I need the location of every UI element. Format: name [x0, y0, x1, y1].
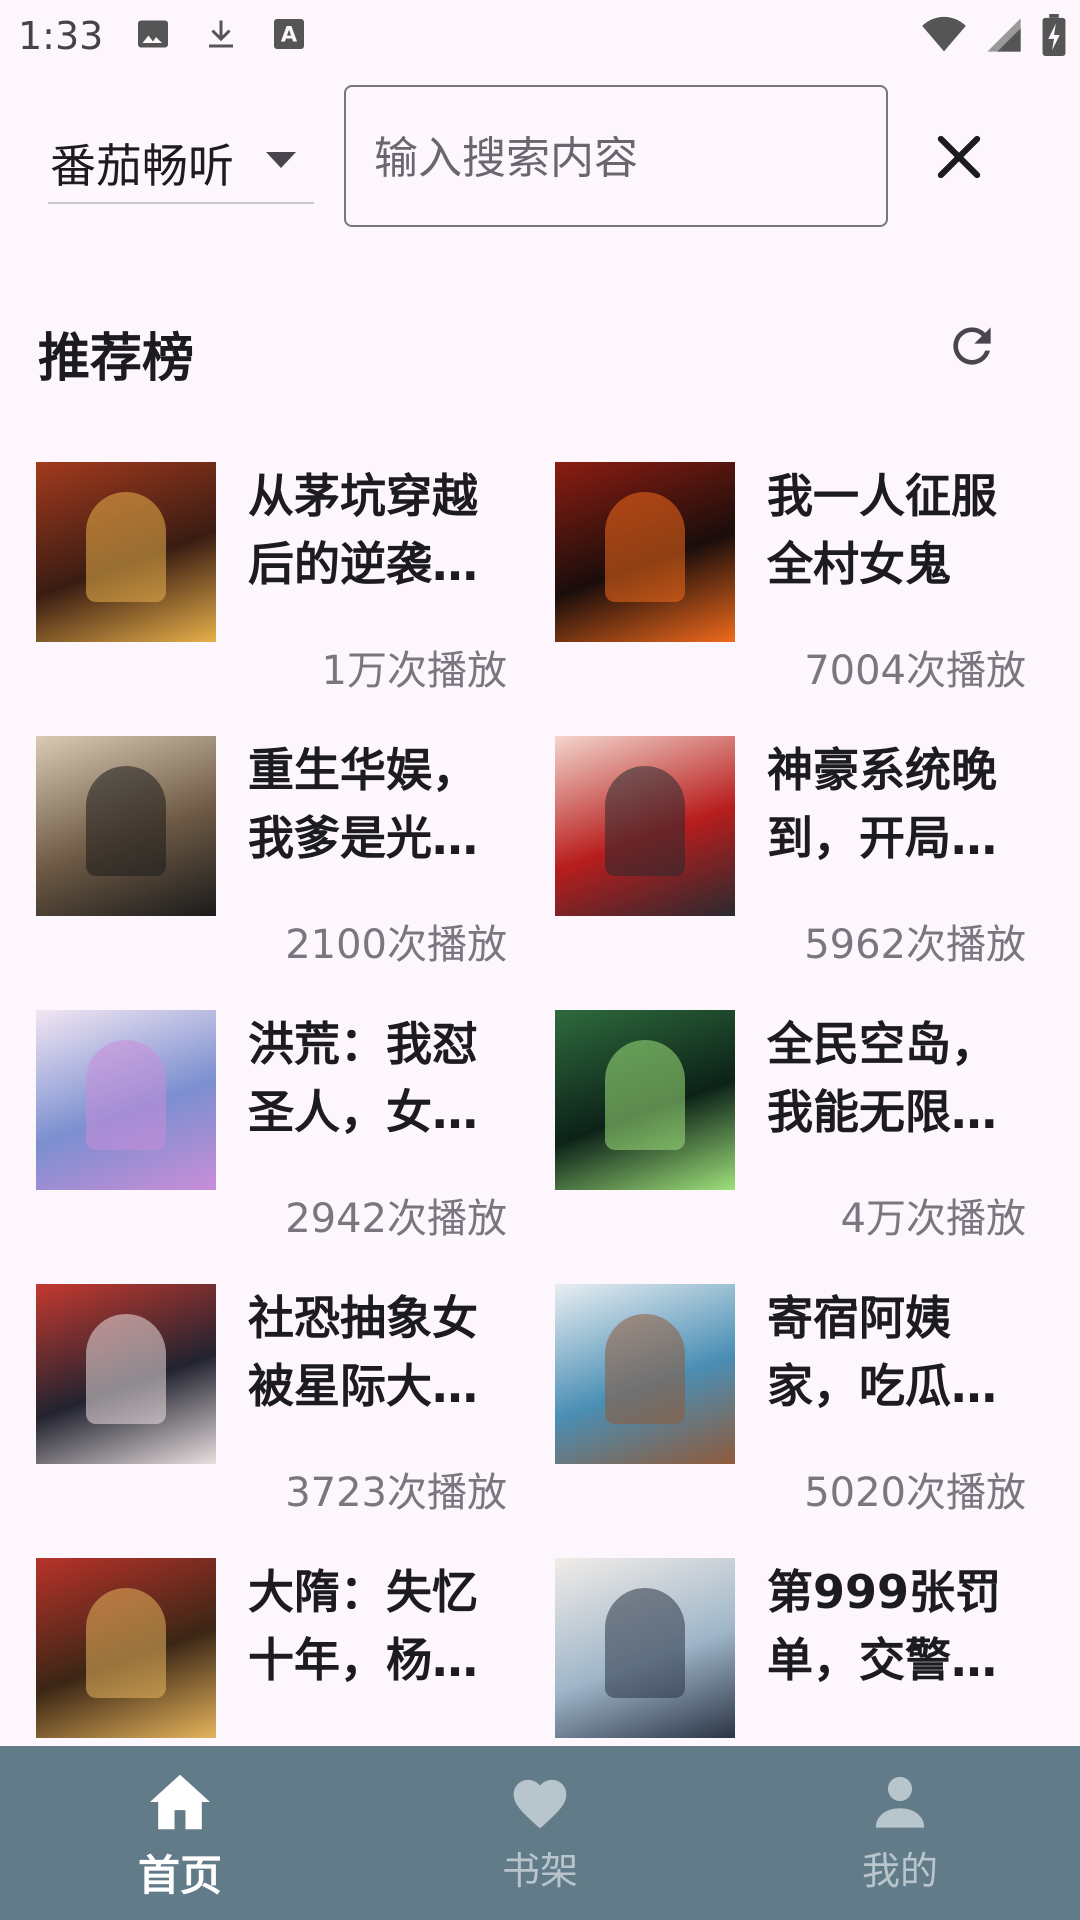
- refresh-button[interactable]: [944, 318, 1000, 374]
- book-cover-image: [555, 462, 735, 642]
- play-count: 5962次播放: [804, 922, 1026, 968]
- play-count: 1万次播放: [321, 648, 507, 694]
- status-time: 1:33: [18, 14, 104, 58]
- section-title: 推荐榜: [38, 329, 195, 389]
- nav-home[interactable]: 首页: [0, 1746, 360, 1920]
- book-title: 神豪系统晚到，开局被迫开跑车: [767, 743, 997, 865]
- clear-search-button[interactable]: [928, 126, 990, 188]
- nav-home-label: 首页: [137, 1851, 222, 1900]
- play-count: 3723次播放: [285, 1470, 507, 1516]
- source-label: 番茄畅听: [50, 139, 234, 193]
- book-card[interactable]: 从茅坑穿越后的逆袭传奇 1万次播放: [36, 462, 555, 694]
- home-icon: [150, 1774, 210, 1830]
- book-card[interactable]: 重生华娱，我爹是光影传媒创始人 2100次播放: [36, 736, 555, 968]
- book-cover-image: [36, 736, 216, 916]
- book-card[interactable]: 神豪系统晚到，开局被迫开跑车 5962次播放: [555, 736, 1046, 968]
- nav-profile[interactable]: 我的: [720, 1746, 1080, 1920]
- book-card[interactable]: 我一人征服全村女鬼 7004次播放: [555, 462, 1046, 694]
- play-count: 7004次播放: [804, 648, 1026, 694]
- signal-icon: [987, 18, 1021, 52]
- book-card[interactable]: 社恐抽象女被星际大佬宠 3723次播放: [36, 1284, 555, 1516]
- book-cover-image: [555, 736, 735, 916]
- book-card[interactable]: 大隋：失忆十年，杨广求我出山: [36, 1558, 555, 1738]
- status-bar: 1:33 A: [0, 0, 1080, 72]
- battery-icon: [1042, 14, 1066, 56]
- book-grid: 从茅坑穿越后的逆袭传奇 1万次播放 我一人征服全村女鬼 7004次播放重生华娱，我爹是…: [36, 462, 1046, 1738]
- book-title: 洪荒：我怼圣人，女娲护我: [248, 1017, 478, 1139]
- book-cover-image: [36, 1284, 216, 1464]
- book-title: 从茅坑穿越后的逆袭传奇: [248, 469, 478, 591]
- book-title: 大隋：失忆十年，杨广求我出山: [248, 1565, 478, 1687]
- book-title: 第999张罚单，交警小姐姐哭了: [767, 1565, 1002, 1687]
- search-input[interactable]: [374, 123, 854, 193]
- image-icon: [138, 20, 168, 48]
- book-cover-image: [36, 1558, 216, 1738]
- play-count: 4万次播放: [840, 1196, 1026, 1242]
- book-cover-image: [555, 1010, 735, 1190]
- play-count: 2942次播放: [285, 1196, 507, 1242]
- heart-icon: [513, 1779, 567, 1829]
- book-cover-image: [36, 462, 216, 642]
- book-title: 社恐抽象女被星际大佬宠: [248, 1291, 478, 1413]
- nav-bookshelf-label: 书架: [501, 1849, 578, 1893]
- nav-profile-label: 我的: [861, 1849, 938, 1893]
- source-dropdown[interactable]: 番茄畅听: [48, 118, 314, 204]
- book-cover-image: [555, 1284, 735, 1464]
- book-title: 我一人征服全村女鬼: [767, 469, 997, 591]
- play-count: 2100次播放: [285, 922, 507, 968]
- book-title: 全民空岛，我能无限复制: [767, 1017, 997, 1139]
- refresh-icon: [953, 327, 991, 365]
- book-card[interactable]: 寄宿阿姨家，吃瓜被校花上强度 5020次播放: [555, 1284, 1046, 1516]
- nav-bookshelf[interactable]: 书架: [360, 1746, 720, 1920]
- dropdown-arrow-icon: [266, 152, 296, 168]
- book-title: 重生华娱，我爹是光影传媒创始人: [248, 743, 478, 865]
- text-a-icon: A: [274, 19, 304, 49]
- book-cover-image: [36, 1010, 216, 1190]
- wifi-icon: [922, 16, 966, 52]
- svg-text:A: A: [281, 23, 298, 47]
- book-card[interactable]: 第999张罚单，交警小姐姐哭了: [555, 1558, 1046, 1738]
- book-card[interactable]: 洪荒：我怼圣人，女娲护我 2942次播放: [36, 1010, 555, 1242]
- book-cover-image: [555, 1558, 735, 1738]
- play-count: 5020次播放: [804, 1470, 1026, 1516]
- download-icon: [209, 20, 233, 48]
- close-icon: [937, 135, 981, 179]
- search-field[interactable]: [344, 85, 888, 227]
- book-card[interactable]: 全民空岛，我能无限复制 4万次播放: [555, 1010, 1046, 1242]
- bottom-nav: 首页 书架 我的: [0, 1746, 1080, 1920]
- book-title: 寄宿阿姨家，吃瓜被校花上强度: [767, 1291, 997, 1413]
- person-icon: [875, 1776, 925, 1828]
